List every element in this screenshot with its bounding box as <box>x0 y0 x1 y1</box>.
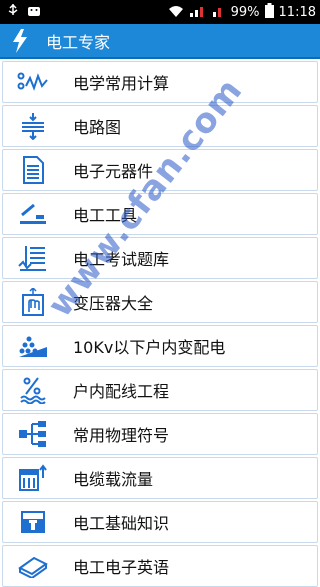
menu-item-label: 电工基础知识 <box>73 514 170 533</box>
menu-item-label: 电工工具 <box>73 206 138 225</box>
symbol-tree-icon <box>15 419 51 449</box>
app-title: 电工专家 <box>46 32 111 52</box>
signal-icon <box>189 4 207 22</box>
menu-item-label: 电工考试题库 <box>73 250 170 269</box>
english-book-icon <box>15 551 51 581</box>
menu-item-exam[interactable]: 电工考试题库 <box>2 237 318 279</box>
status-bar: 99% 11:18 <box>0 0 320 24</box>
usb-icon <box>6 3 20 21</box>
transformer-hand-icon <box>15 287 51 317</box>
menu-item-label: 常用物理符号 <box>73 426 170 445</box>
exam-list-icon <box>15 243 51 273</box>
menu-item-circuit[interactable]: 电路图 <box>2 105 318 147</box>
wave-formula-icon <box>15 67 51 97</box>
menu-item-label: 电子元器件 <box>73 162 154 181</box>
menu-item-cable[interactable]: 电缆载流量 <box>2 457 318 499</box>
android-icon <box>26 3 42 21</box>
menu-item-tools[interactable]: 电工工具 <box>2 193 318 235</box>
app-bar: 电工专家 <box>0 24 320 59</box>
wifi-icon <box>168 4 184 22</box>
menu-item-label: 电工电子英语 <box>73 558 170 577</box>
menu-list: 电学常用计算 电路图 电子元器件 电工工具 电工考试题库 变压器大全 10Kv以… <box>0 59 320 587</box>
cable-load-icon <box>15 463 51 493</box>
menu-item-calc[interactable]: 电学常用计算 <box>2 61 318 103</box>
menu-item-components[interactable]: 电子元器件 <box>2 149 318 191</box>
battery-icon <box>264 3 274 22</box>
document-icon <box>15 155 51 185</box>
menu-item-label: 电缆载流量 <box>73 470 154 489</box>
menu-item-label: 户内配线工程 <box>73 382 170 401</box>
signal-icon-2 <box>212 4 226 22</box>
substation-icon <box>15 331 51 361</box>
circuit-icon <box>15 111 51 141</box>
lightning-icon[interactable] <box>8 28 32 54</box>
menu-item-wiring[interactable]: 户内配线工程 <box>2 369 318 411</box>
menu-item-label: 10Kv以下户内变配电 <box>73 338 226 357</box>
menu-item-transformer[interactable]: 变压器大全 <box>2 281 318 323</box>
menu-item-substation[interactable]: 10Kv以下户内变配电 <box>2 325 318 367</box>
clock: 11:18 <box>278 5 316 20</box>
percent-wiring-icon <box>15 375 51 405</box>
menu-item-label: 电学常用计算 <box>73 74 170 93</box>
basics-box-icon <box>15 507 51 537</box>
battery-percent: 99% <box>230 5 260 20</box>
menu-item-english[interactable]: 电工电子英语 <box>2 545 318 587</box>
menu-item-label: 电路图 <box>73 118 122 137</box>
menu-item-basics[interactable]: 电工基础知识 <box>2 501 318 543</box>
tool-icon <box>15 199 51 229</box>
menu-item-symbols[interactable]: 常用物理符号 <box>2 413 318 455</box>
menu-item-label: 变压器大全 <box>73 294 154 313</box>
